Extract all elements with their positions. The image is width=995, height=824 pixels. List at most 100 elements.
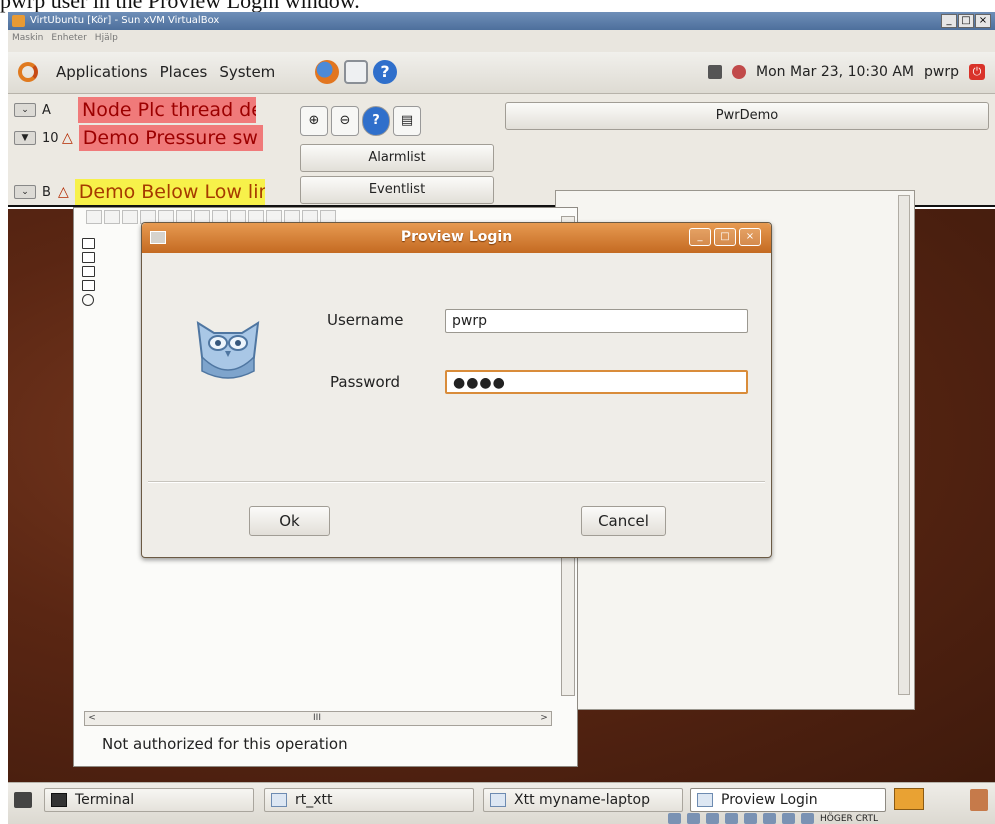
toolbar-icon[interactable] [104,210,120,224]
alarm-priority: 10 [42,130,59,146]
floppy-icon[interactable] [706,813,719,824]
proview-owl-icon [196,321,260,379]
shared-folder-icon[interactable] [763,813,776,824]
dialog-titlebar[interactable]: Proview Login _ □ × [142,223,771,253]
task-label: Xtt myname-laptop [514,792,650,808]
dialog-separator [148,481,765,483]
folder-icon[interactable] [82,238,95,249]
network-icon[interactable] [725,813,738,824]
vbox-close-button[interactable]: × [975,14,991,28]
virtualbox-title: VirtUbuntu [Kör] - Sun xVM VirtualBox [30,15,220,26]
clock[interactable]: Mon Mar 23, 10:30 AM [756,64,914,80]
virtualbox-titlebar: VirtUbuntu [Kör] - Sun xVM VirtualBox _ … [8,12,995,30]
alarm-text[interactable]: Demo Below Low lin [74,179,265,205]
password-field[interactable]: ●●●● [445,370,748,394]
volume-icon[interactable] [732,65,747,79]
ok-button[interactable]: Ok [249,506,330,536]
places-menu[interactable]: Places [160,63,208,81]
toolbar-icon[interactable] [122,210,138,224]
system-menu[interactable]: System [219,63,275,81]
network-icon[interactable] [708,65,723,79]
alarmlist-button[interactable]: Alarmlist [300,144,494,172]
help-icon[interactable]: ? [373,60,397,84]
horizontal-scrollbar[interactable]: < III > [84,711,552,726]
alarm-text[interactable]: Demo Pressure sw [78,125,263,151]
cd-icon[interactable] [687,813,700,824]
virtualbox-statusbar: HÖGER CRTL [668,813,878,824]
terminal-icon [51,793,67,807]
alarm-expand-button[interactable]: ⌄ [14,185,36,199]
vertical-scrollbar[interactable] [898,195,910,695]
taskbar-item-proview-login[interactable]: Proview Login [690,788,886,812]
folder-icon[interactable] [82,266,95,277]
scroll-thumb[interactable]: III [305,712,329,725]
dialog-window-controls: _ □ × [689,228,761,246]
trash-icon[interactable] [970,789,988,811]
alarm-expand-button[interactable]: ▼ [14,131,36,145]
window-icon [490,793,506,807]
toolbar-icon[interactable] [86,210,102,224]
info-icon[interactable]: ▤ [393,106,421,136]
vbox-maximize-button[interactable]: □ [958,14,974,28]
dialog-title: Proview Login [400,229,513,245]
window-icon [697,793,713,807]
mouse-capture-icon[interactable] [782,813,795,824]
alarm-priority: A [42,102,51,118]
close-button[interactable]: × [739,228,761,246]
firefox-icon[interactable] [315,60,339,84]
warning-triangle-icon: △ [62,130,73,146]
minimize-button[interactable]: _ [689,228,711,246]
cancel-button[interactable]: Cancel [581,506,666,536]
page-caption: pwrp user in the Proview Login window. [0,0,360,13]
warning-triangle-icon: △ [58,184,69,200]
object-icon[interactable] [82,294,94,306]
user-switcher[interactable]: pwrp [924,64,959,80]
panel-menus: Applications Places System [56,63,275,81]
task-label: rt_xtt [295,792,333,808]
task-label: Proview Login [721,792,818,808]
disk-icon[interactable] [668,813,681,824]
workspace-switcher[interactable] [894,788,924,810]
scroll-right-arrow[interactable]: > [537,712,551,725]
vbox-menu-enheter[interactable]: Enheter [51,30,86,52]
taskbar-item-xtt[interactable]: Xtt myname-laptop [483,788,683,812]
applications-menu[interactable]: Applications [56,63,148,81]
ubuntu-logo-icon [18,62,38,82]
window-icon [271,793,287,807]
task-label: Terminal [75,792,135,808]
power-icon[interactable]: ⏻ [969,64,985,80]
username-field[interactable]: pwrp [445,309,748,333]
password-label: Password [330,373,401,391]
panel-launchers: ? [315,60,397,84]
gnome-top-panel: Applications Places System ? Mon Mar 23,… [8,52,995,94]
maximize-button[interactable]: □ [714,228,736,246]
alarm-row[interactable]: ▼ 10 △ Demo Pressure sw [14,122,263,154]
mail-icon[interactable] [344,60,368,84]
alarm-priority: B [42,184,51,200]
virtualbox-window-controls: _ □ × [941,14,991,28]
host-key-label: HÖGER CRTL [820,813,879,824]
panel-tray: Mon Mar 23, 10:30 AM pwrp ⏻ [708,64,985,80]
folder-icon[interactable] [82,252,95,263]
alarm-expand-button[interactable]: ⌄ [14,103,36,117]
bottom-panel: Terminal rt_xtt Xtt myname-laptop Provie… [8,782,995,824]
virtualbox-icon [12,15,25,27]
alarm-text[interactable]: Node Plc thread de [78,97,256,123]
scroll-left-arrow[interactable]: < [85,712,99,725]
pwrdemo-button[interactable]: PwrDemo [505,102,989,130]
taskbar-item-rt-xtt[interactable]: rt_xtt [264,788,474,812]
usb-icon[interactable] [744,813,757,824]
zoom-in-icon[interactable]: ⊕ [300,106,328,136]
vbox-menu-maskin[interactable]: Maskin [12,30,43,52]
vbox-menu-hjalp[interactable]: Hjälp [95,30,118,52]
alarm-row[interactable]: ⌄ B △ Demo Below Low lin [14,176,265,208]
vbox-minimize-button[interactable]: _ [941,14,957,28]
show-desktop-icon[interactable] [14,792,32,808]
eventlist-button[interactable]: Eventlist [300,176,494,204]
help-icon[interactable]: ? [362,106,390,136]
taskbar-item-terminal[interactable]: Terminal [44,788,254,812]
alarm-toolbar: ⊕ ⊖ ? ▤ [300,106,421,136]
zoom-out-icon[interactable]: ⊖ [331,106,359,136]
folder-icon[interactable] [82,280,95,291]
object-tree [82,238,95,306]
